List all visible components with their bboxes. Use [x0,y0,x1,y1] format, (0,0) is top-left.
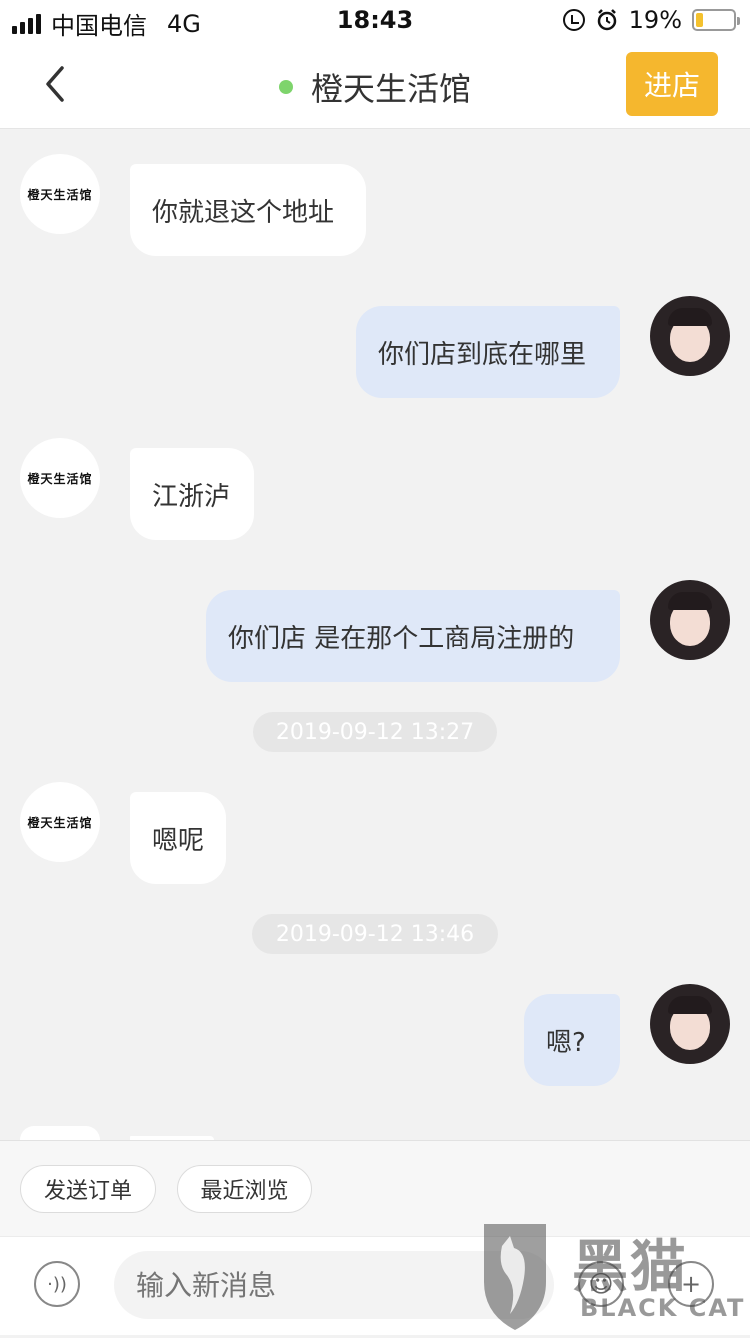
chat-header: 橙天生活馆 进店 [0,40,750,129]
user-avatar[interactable] [650,984,730,1064]
battery-fill [696,13,703,27]
message-bubble-outgoing: 你们店到底在哪里 [356,306,620,398]
message-bubble-incoming: 江浙泸 [130,448,254,540]
alarm-icon [597,9,616,31]
message-bubble-incoming: 嗯呢 [130,792,226,884]
timestamp-divider: 2019-09-12 13:27 [253,712,497,752]
message-bubble-incoming: 你就退这个地址 [130,164,366,256]
shop-avatar[interactable]: 橙天生活馆 [20,438,100,518]
input-bar: ·)) ☺ + [0,1236,750,1335]
orientation-lock-icon [562,9,585,31]
shop-avatar [20,1126,100,1140]
battery-icon [692,9,740,31]
message-bubble-outgoing: 嗯? [524,994,620,1086]
shop-name: 橙天生活馆 [310,70,471,108]
shop-avatar[interactable]: 橙天生活馆 [20,782,100,862]
timestamp-divider: 2019-09-12 13:46 [252,914,498,954]
user-avatar[interactable] [650,580,730,660]
voice-input-button[interactable]: ·)) [34,1261,80,1307]
message-input[interactable] [114,1251,554,1319]
message-bubble-outgoing: 你们店 是在那个工商局注册的 [206,590,620,682]
more-button[interactable]: + [668,1261,714,1307]
emoji-button[interactable]: ☺ [578,1261,624,1307]
plus-icon: + [680,1270,702,1298]
quick-actions-bar: 发送订单 最近浏览 [0,1140,750,1237]
enter-shop-button[interactable]: 进店 [626,52,718,116]
user-avatar[interactable] [650,296,730,376]
send-order-button[interactable]: 发送订单 [20,1165,156,1213]
online-status-dot [278,80,293,94]
voice-icon: ·)) [47,1273,67,1295]
shop-avatar[interactable]: 橙天生活馆 [20,154,100,234]
battery-percent: 19% [628,6,682,34]
status-bar: 中国电信 4G 18:43 19% [0,0,750,40]
emoji-icon: ☺ [588,1270,614,1298]
recent-views-button[interactable]: 最近浏览 [177,1165,312,1213]
